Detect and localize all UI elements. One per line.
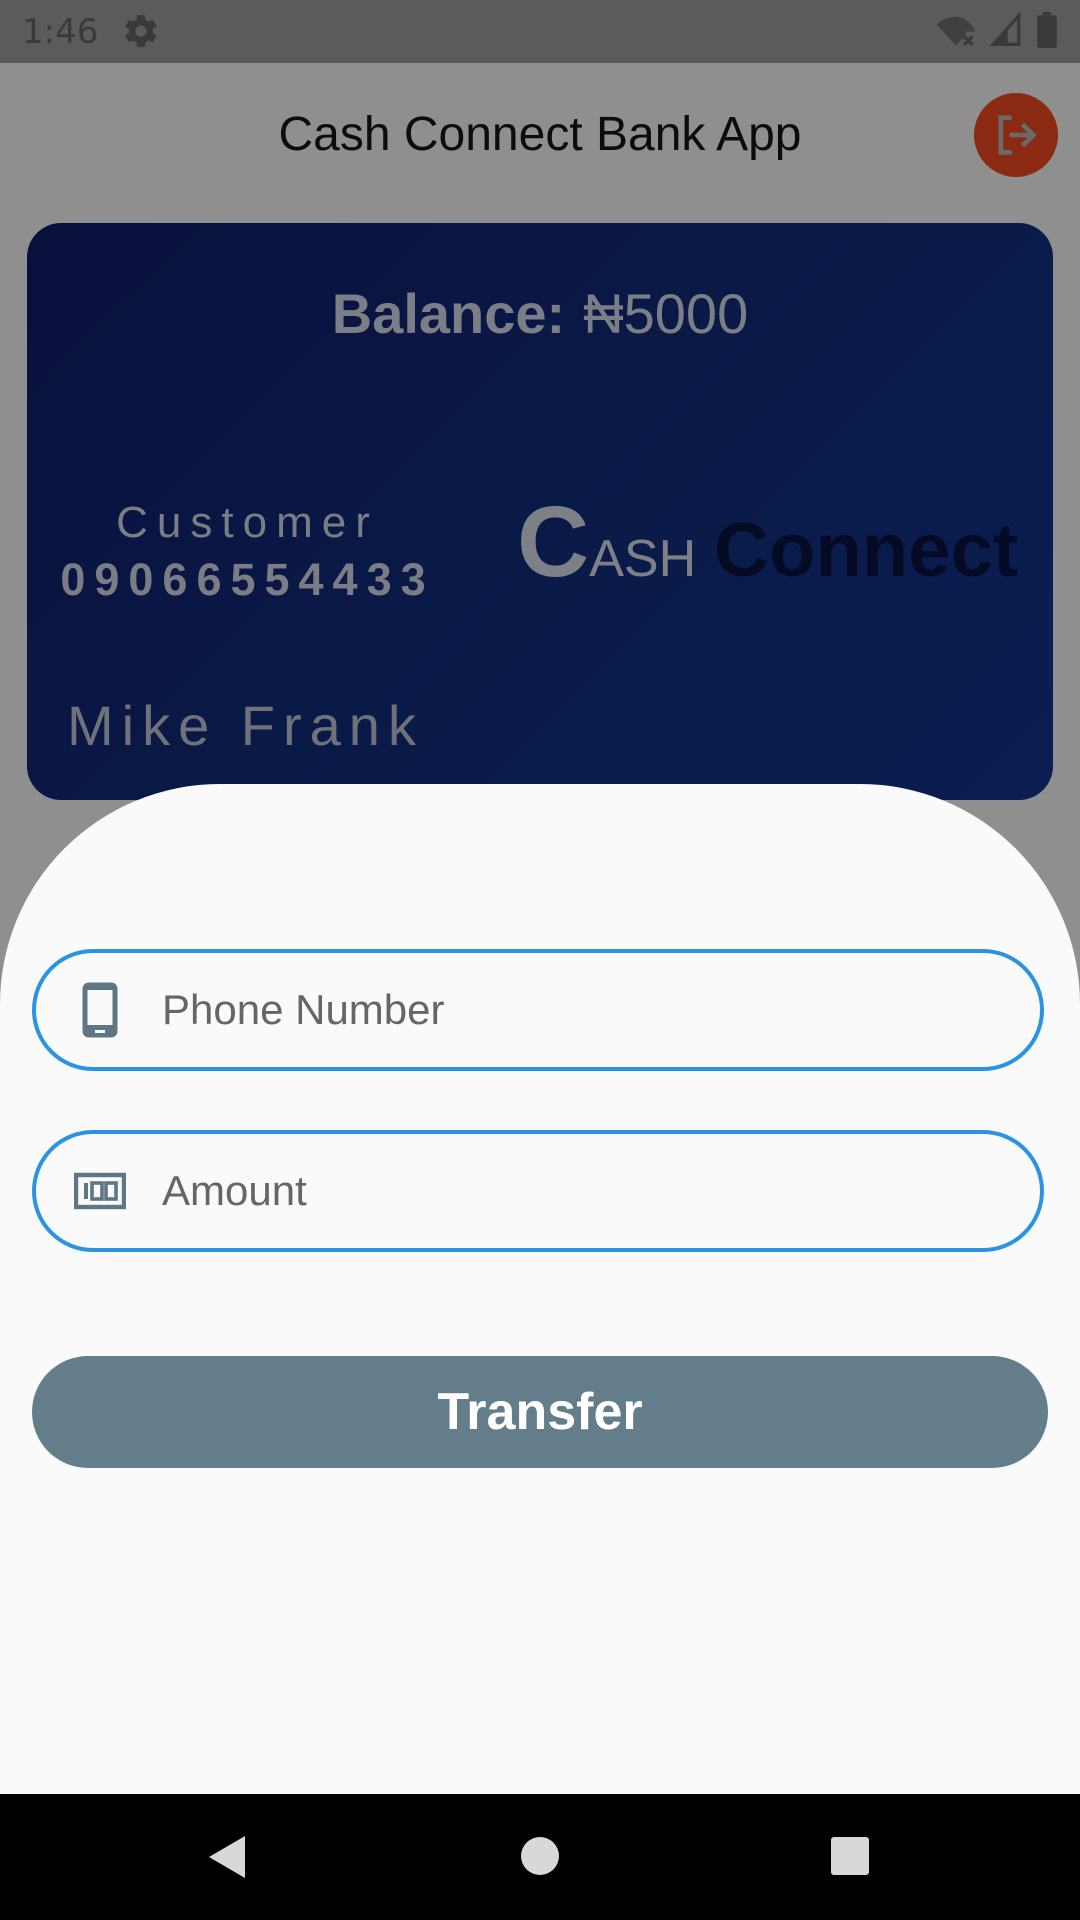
status-time: 1:46: [22, 12, 99, 52]
balance-label: Balance:: [331, 282, 566, 345]
account-card: Balance: ₦5000 Customer 09066554433 C ASH…: [27, 223, 1053, 800]
wifi-off-icon: [936, 16, 976, 46]
brand-logo: C ASH Connect: [517, 485, 1018, 600]
balance: Balance: ₦5000: [27, 281, 1053, 346]
card-holder-name: Mike Frank: [67, 694, 424, 757]
app-bar: Cash Connect Bank App: [0, 63, 1080, 213]
nav-home-icon[interactable]: [520, 1836, 560, 1876]
logout-button[interactable]: [974, 93, 1058, 177]
phone-number-field[interactable]: [32, 949, 1044, 1071]
system-navigation-bar: [0, 1794, 1080, 1920]
transfer-button[interactable]: Transfer: [32, 1356, 1048, 1468]
logout-icon: [998, 115, 1037, 155]
smartphone-icon: [70, 980, 130, 1040]
app-title: Cash Connect Bank App: [278, 108, 802, 161]
transfer-bottom-sheet: Transfer: [0, 784, 1080, 1794]
money-icon: [70, 1171, 130, 1211]
nav-back-icon[interactable]: [203, 1832, 249, 1882]
customer-label: Customer: [116, 498, 379, 547]
battery-icon: [1037, 12, 1057, 48]
balance-value: ₦5000: [583, 282, 749, 345]
nav-recents-icon[interactable]: [830, 1836, 870, 1876]
customer-block: Customer 09066554433: [55, 498, 440, 606]
logo-letter-c: C: [517, 486, 590, 598]
status-icons: [936, 12, 1058, 48]
logo-ash: ASH: [589, 530, 697, 588]
amount-field[interactable]: [32, 1130, 1044, 1252]
amount-input[interactable]: [160, 1166, 944, 1216]
phone-number-input[interactable]: [160, 985, 944, 1035]
logo-connect: Connect: [714, 508, 1019, 593]
status-bar: 1:46: [0, 0, 1080, 63]
customer-number: 09066554433: [60, 554, 435, 605]
gear-icon: [125, 15, 157, 47]
signal-icon: [990, 12, 1021, 46]
